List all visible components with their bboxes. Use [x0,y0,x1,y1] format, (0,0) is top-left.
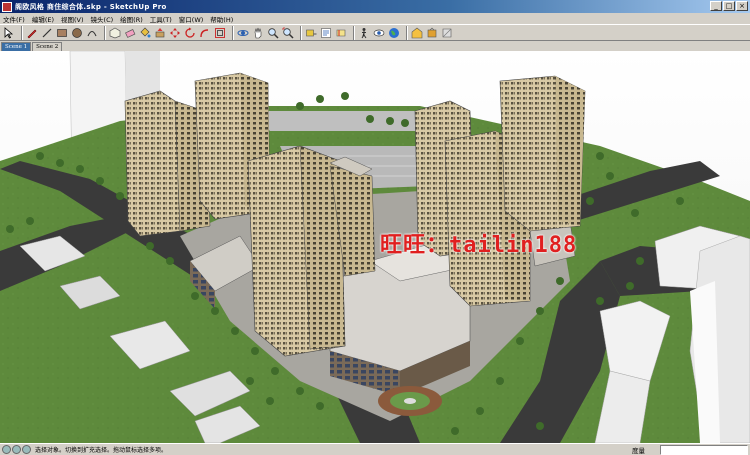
menu-edit[interactable]: 编辑(E) [29,13,58,24]
menu-camera[interactable]: 镜头(C) [88,13,118,24]
toolbar-group-edit [104,25,228,40]
offset-icon[interactable] [213,26,227,40]
eraser-icon[interactable] [123,26,137,40]
status-message: 选择对象。切换到扩充选择。拖动鼠标选择多项。 [35,447,168,454]
menu-window[interactable]: 窗口(W) [176,13,208,24]
window-title: 阁欧风格 商住综合体.skp - SketchUp Pro [15,2,167,11]
status-bar: 选择对象。切换到扩充选择。拖动鼠标选择多项。 度量 [0,443,750,455]
geo-location-icon[interactable] [2,445,11,454]
menu-draw[interactable]: 绘图(R) [117,13,147,24]
menu-view[interactable]: 视图(V) [58,13,88,24]
watermark-text: 旺旺：tailin188 [380,233,578,258]
pencil-icon[interactable] [25,26,39,40]
menu-help[interactable]: 帮助(H) [207,13,237,24]
menu-file[interactable]: 文件(F) [0,13,29,24]
title-bar: 阁欧风格 商住综合体.skp - SketchUp Pro _ □ × [0,0,750,13]
maximize-button[interactable]: □ [723,1,735,11]
section-icon[interactable] [334,26,348,40]
scene-tabs: Scene 1 Scene 2 [0,41,750,51]
model-viewport[interactable]: 旺旺：tailin188 [0,51,750,443]
toolbar-group-select [2,26,17,40]
select-icon[interactable] [2,26,16,40]
tab-scene-1[interactable]: Scene 1 [1,42,32,51]
model-render [0,51,750,443]
toolbar-group-draw [21,25,100,40]
warehouse-icon[interactable] [410,26,424,40]
move-icon[interactable] [168,26,182,40]
component-icon[interactable] [108,26,122,40]
app-icon[interactable] [2,1,12,12]
line-icon[interactable] [40,26,54,40]
toolbar-group-camera [232,25,296,40]
measurements-input[interactable] [660,445,748,455]
paint-bucket-icon[interactable] [138,26,152,40]
share-icon[interactable] [425,26,439,40]
window-controls: _ □ × [710,1,748,11]
toolbar-group-share [406,25,455,40]
tape-measure-icon[interactable] [304,26,318,40]
look-around-icon[interactable] [372,26,386,40]
credits-icon[interactable] [12,445,21,454]
pan-icon[interactable] [251,26,265,40]
text-icon[interactable] [319,26,333,40]
toolbar-group-walk [353,25,402,40]
arc-icon[interactable] [85,26,99,40]
toolbar-group-construct [300,25,349,40]
zoom-icon[interactable] [266,26,280,40]
measurements-label: 度量 [632,447,645,455]
toolbar [0,24,750,41]
menu-tools[interactable]: 工具(T) [147,13,176,24]
pushpull-icon[interactable] [153,26,167,40]
minimize-button[interactable]: _ [710,1,722,11]
rotate-icon[interactable] [183,26,197,40]
google-earth-icon[interactable] [387,26,401,40]
walk-icon[interactable] [357,26,371,40]
tab-scene-2[interactable]: Scene 2 [32,42,63,51]
followme-icon[interactable] [198,26,212,40]
help-icon[interactable] [22,445,31,454]
circle-icon[interactable] [70,26,84,40]
menu-bar: 文件(F) 编辑(E) 视图(V) 镜头(C) 绘图(R) 工具(T) 窗口(W… [0,13,750,24]
orbit-icon[interactable] [236,26,250,40]
rectangle-icon[interactable] [55,26,69,40]
styles-icon[interactable] [440,26,454,40]
zoom-extents-icon[interactable] [281,26,295,40]
status-icons [2,445,31,454]
close-button[interactable]: × [736,1,748,11]
